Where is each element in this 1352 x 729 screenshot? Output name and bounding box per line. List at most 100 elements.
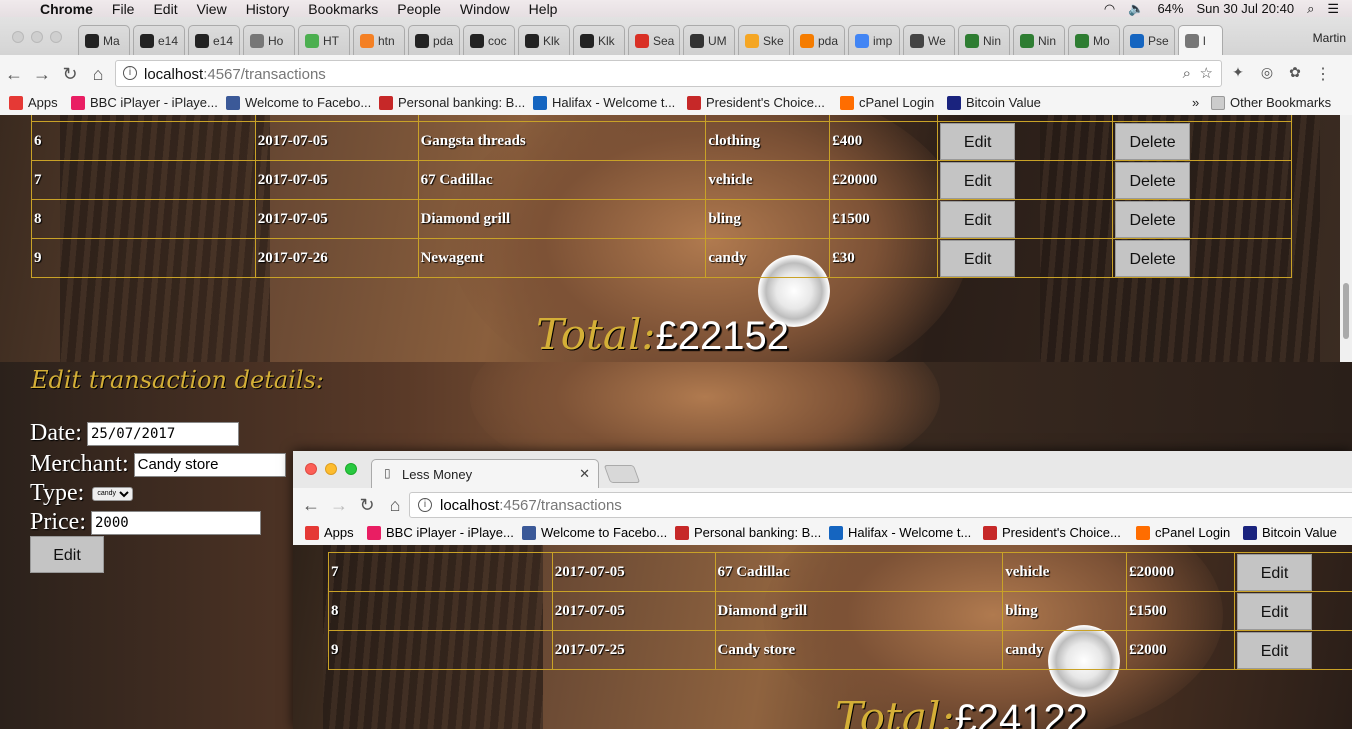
- delete-button[interactable]: Delete: [1115, 200, 1191, 238]
- bookmark-item[interactable]: BBC iPlayer - iPlaye...: [71, 95, 218, 110]
- browser-tab[interactable]: We: [903, 25, 955, 55]
- win2-zoom-button[interactable]: [345, 463, 357, 475]
- site-info-icon[interactable]: i: [123, 66, 137, 80]
- bookmark-item[interactable]: cPanel Login: [1136, 525, 1230, 540]
- edit-button[interactable]: Edit: [940, 122, 1016, 160]
- browser-tab[interactable]: Ma: [78, 25, 130, 55]
- edit-button[interactable]: Edit: [1237, 553, 1313, 591]
- bookmark-item[interactable]: Halifax - Welcome t...: [829, 525, 971, 540]
- delete-button[interactable]: Delete: [1115, 239, 1191, 277]
- browser-tab[interactable]: l: [1178, 25, 1223, 55]
- menu-app-name[interactable]: Chrome: [40, 1, 93, 17]
- merchant-input[interactable]: [133, 452, 286, 477]
- profile-name[interactable]: Martin: [1313, 31, 1346, 45]
- browser-tab[interactable]: Klk: [518, 25, 570, 55]
- forward-icon[interactable]: →: [32, 64, 52, 85]
- browser-tab[interactable]: htn: [353, 25, 405, 55]
- bookmark-item[interactable]: BBC iPlayer - iPlaye...: [367, 525, 514, 540]
- new-tab-button[interactable]: [603, 465, 641, 483]
- win2-close-button[interactable]: [305, 463, 317, 475]
- chrome-menu-icon[interactable]: ⋮: [1313, 64, 1333, 84]
- bookmark-item[interactable]: cPanel Login: [840, 95, 934, 110]
- menu-bookmarks[interactable]: Bookmarks: [308, 1, 378, 17]
- bookmark-item[interactable]: Welcome to Facebo...: [226, 95, 371, 110]
- menu-edit[interactable]: Edit: [153, 1, 177, 17]
- bookmark-item[interactable]: Personal banking: B...: [675, 525, 821, 540]
- bookmarks-overflow-icon[interactable]: »: [1192, 95, 1199, 110]
- menu-view[interactable]: View: [197, 1, 227, 17]
- browser-tab[interactable]: HT: [298, 25, 350, 55]
- window-zoom-button[interactable]: [50, 31, 62, 43]
- browser-tab[interactable]: Mo: [1068, 25, 1120, 55]
- bookmark-item[interactable]: Halifax - Welcome t...: [533, 95, 675, 110]
- volume-icon[interactable]: 🔈: [1128, 1, 1144, 17]
- back-icon[interactable]: ←: [4, 64, 24, 85]
- bookmark-item[interactable]: President's Choice...: [687, 95, 825, 110]
- browser-tab[interactable]: Pse: [1123, 25, 1175, 55]
- win2-home-icon[interactable]: ⌂: [385, 495, 405, 516]
- browser-tab[interactable]: Nin: [958, 25, 1010, 55]
- submit-edit-button[interactable]: Edit: [30, 536, 104, 573]
- search-icon[interactable]: ⌕: [1307, 1, 1314, 17]
- win2-address-bar[interactable]: i localhost:4567/transactions: [409, 492, 1352, 518]
- edit-button[interactable]: Edit: [940, 161, 1016, 199]
- browser-tab[interactable]: e14: [133, 25, 185, 55]
- battery-percent[interactable]: 64%: [1157, 1, 1183, 16]
- menu-help[interactable]: Help: [529, 1, 558, 17]
- delete-button[interactable]: Delete: [1115, 122, 1191, 160]
- menu-history[interactable]: History: [246, 1, 290, 17]
- browser-tab[interactable]: UM: [683, 25, 735, 55]
- browser-tab[interactable]: Sea: [628, 25, 680, 55]
- price-input[interactable]: [90, 510, 261, 535]
- win2-back-icon[interactable]: ←: [301, 495, 321, 516]
- bookmark-item[interactable]: Personal banking: B...: [379, 95, 525, 110]
- type-select[interactable]: candy: [92, 486, 134, 501]
- browser-tab[interactable]: coc: [463, 25, 515, 55]
- zoom-icon[interactable]: ⌕: [1183, 65, 1191, 82]
- browser-tab[interactable]: Ho: [243, 25, 295, 55]
- page-scrollbar[interactable]: [1340, 115, 1352, 362]
- bookmark-item[interactable]: Bitcoin Value: [1243, 525, 1337, 540]
- window-close-button[interactable]: [12, 31, 24, 43]
- apps-shortcut[interactable]: Apps: [9, 95, 58, 110]
- extension-icon-3[interactable]: ✿: [1285, 64, 1305, 81]
- win2-reload-icon[interactable]: ↻: [357, 495, 377, 516]
- reload-icon[interactable]: ↻: [60, 64, 80, 85]
- bookmark-item[interactable]: Welcome to Facebo...: [522, 525, 667, 540]
- delete-button[interactable]: Delete: [1115, 161, 1191, 199]
- extension-icon[interactable]: ✦: [1228, 64, 1248, 81]
- menu-file[interactable]: File: [112, 1, 135, 17]
- edit-button[interactable]: Edit: [1237, 592, 1313, 630]
- date-input[interactable]: [86, 421, 239, 446]
- browser-tab[interactable]: pda: [408, 25, 460, 55]
- bookmark-item[interactable]: President's Choice...: [983, 525, 1121, 540]
- browser-tab[interactable]: imp: [848, 25, 900, 55]
- menu-window[interactable]: Window: [460, 1, 510, 17]
- clock[interactable]: Sun 30 Jul 20:40: [1196, 1, 1294, 16]
- browser-tab[interactable]: pda: [793, 25, 845, 55]
- address-bar[interactable]: i localhost:4567/transactions ⌕ ☆: [115, 60, 1222, 87]
- bookmark-item[interactable]: Bitcoin Value: [947, 95, 1041, 110]
- browser-tab[interactable]: Nin: [1013, 25, 1065, 55]
- bookmark-star-icon[interactable]: ☆: [1200, 64, 1213, 82]
- edit-button[interactable]: Edit: [940, 239, 1016, 277]
- window-minimize-button[interactable]: [31, 31, 43, 43]
- edit-button[interactable]: Edit: [940, 200, 1016, 238]
- browser-tab[interactable]: Ske: [738, 25, 790, 55]
- tab-close-icon[interactable]: ✕: [579, 466, 590, 482]
- wifi-icon[interactable]: ◠: [1104, 1, 1115, 17]
- extension-icon-2[interactable]: ◎: [1257, 64, 1277, 81]
- menu-list-icon[interactable]: ☰: [1327, 1, 1339, 17]
- browser-tab[interactable]: Klk: [573, 25, 625, 55]
- other-bookmarks[interactable]: Other Bookmarks: [1211, 95, 1331, 110]
- menu-people[interactable]: People: [397, 1, 441, 17]
- win2-tab-active[interactable]: ▯ Less Money ✕: [371, 459, 599, 488]
- home-icon[interactable]: ⌂: [88, 64, 108, 85]
- scrollbar-thumb[interactable]: [1343, 283, 1349, 339]
- apps-shortcut[interactable]: Apps: [305, 525, 354, 540]
- edit-button[interactable]: Edit: [1237, 631, 1313, 669]
- browser-tab[interactable]: e14: [188, 25, 240, 55]
- win2-site-info-icon[interactable]: i: [418, 498, 432, 512]
- win2-forward-icon[interactable]: →: [329, 495, 349, 516]
- win2-minimize-button[interactable]: [325, 463, 337, 475]
